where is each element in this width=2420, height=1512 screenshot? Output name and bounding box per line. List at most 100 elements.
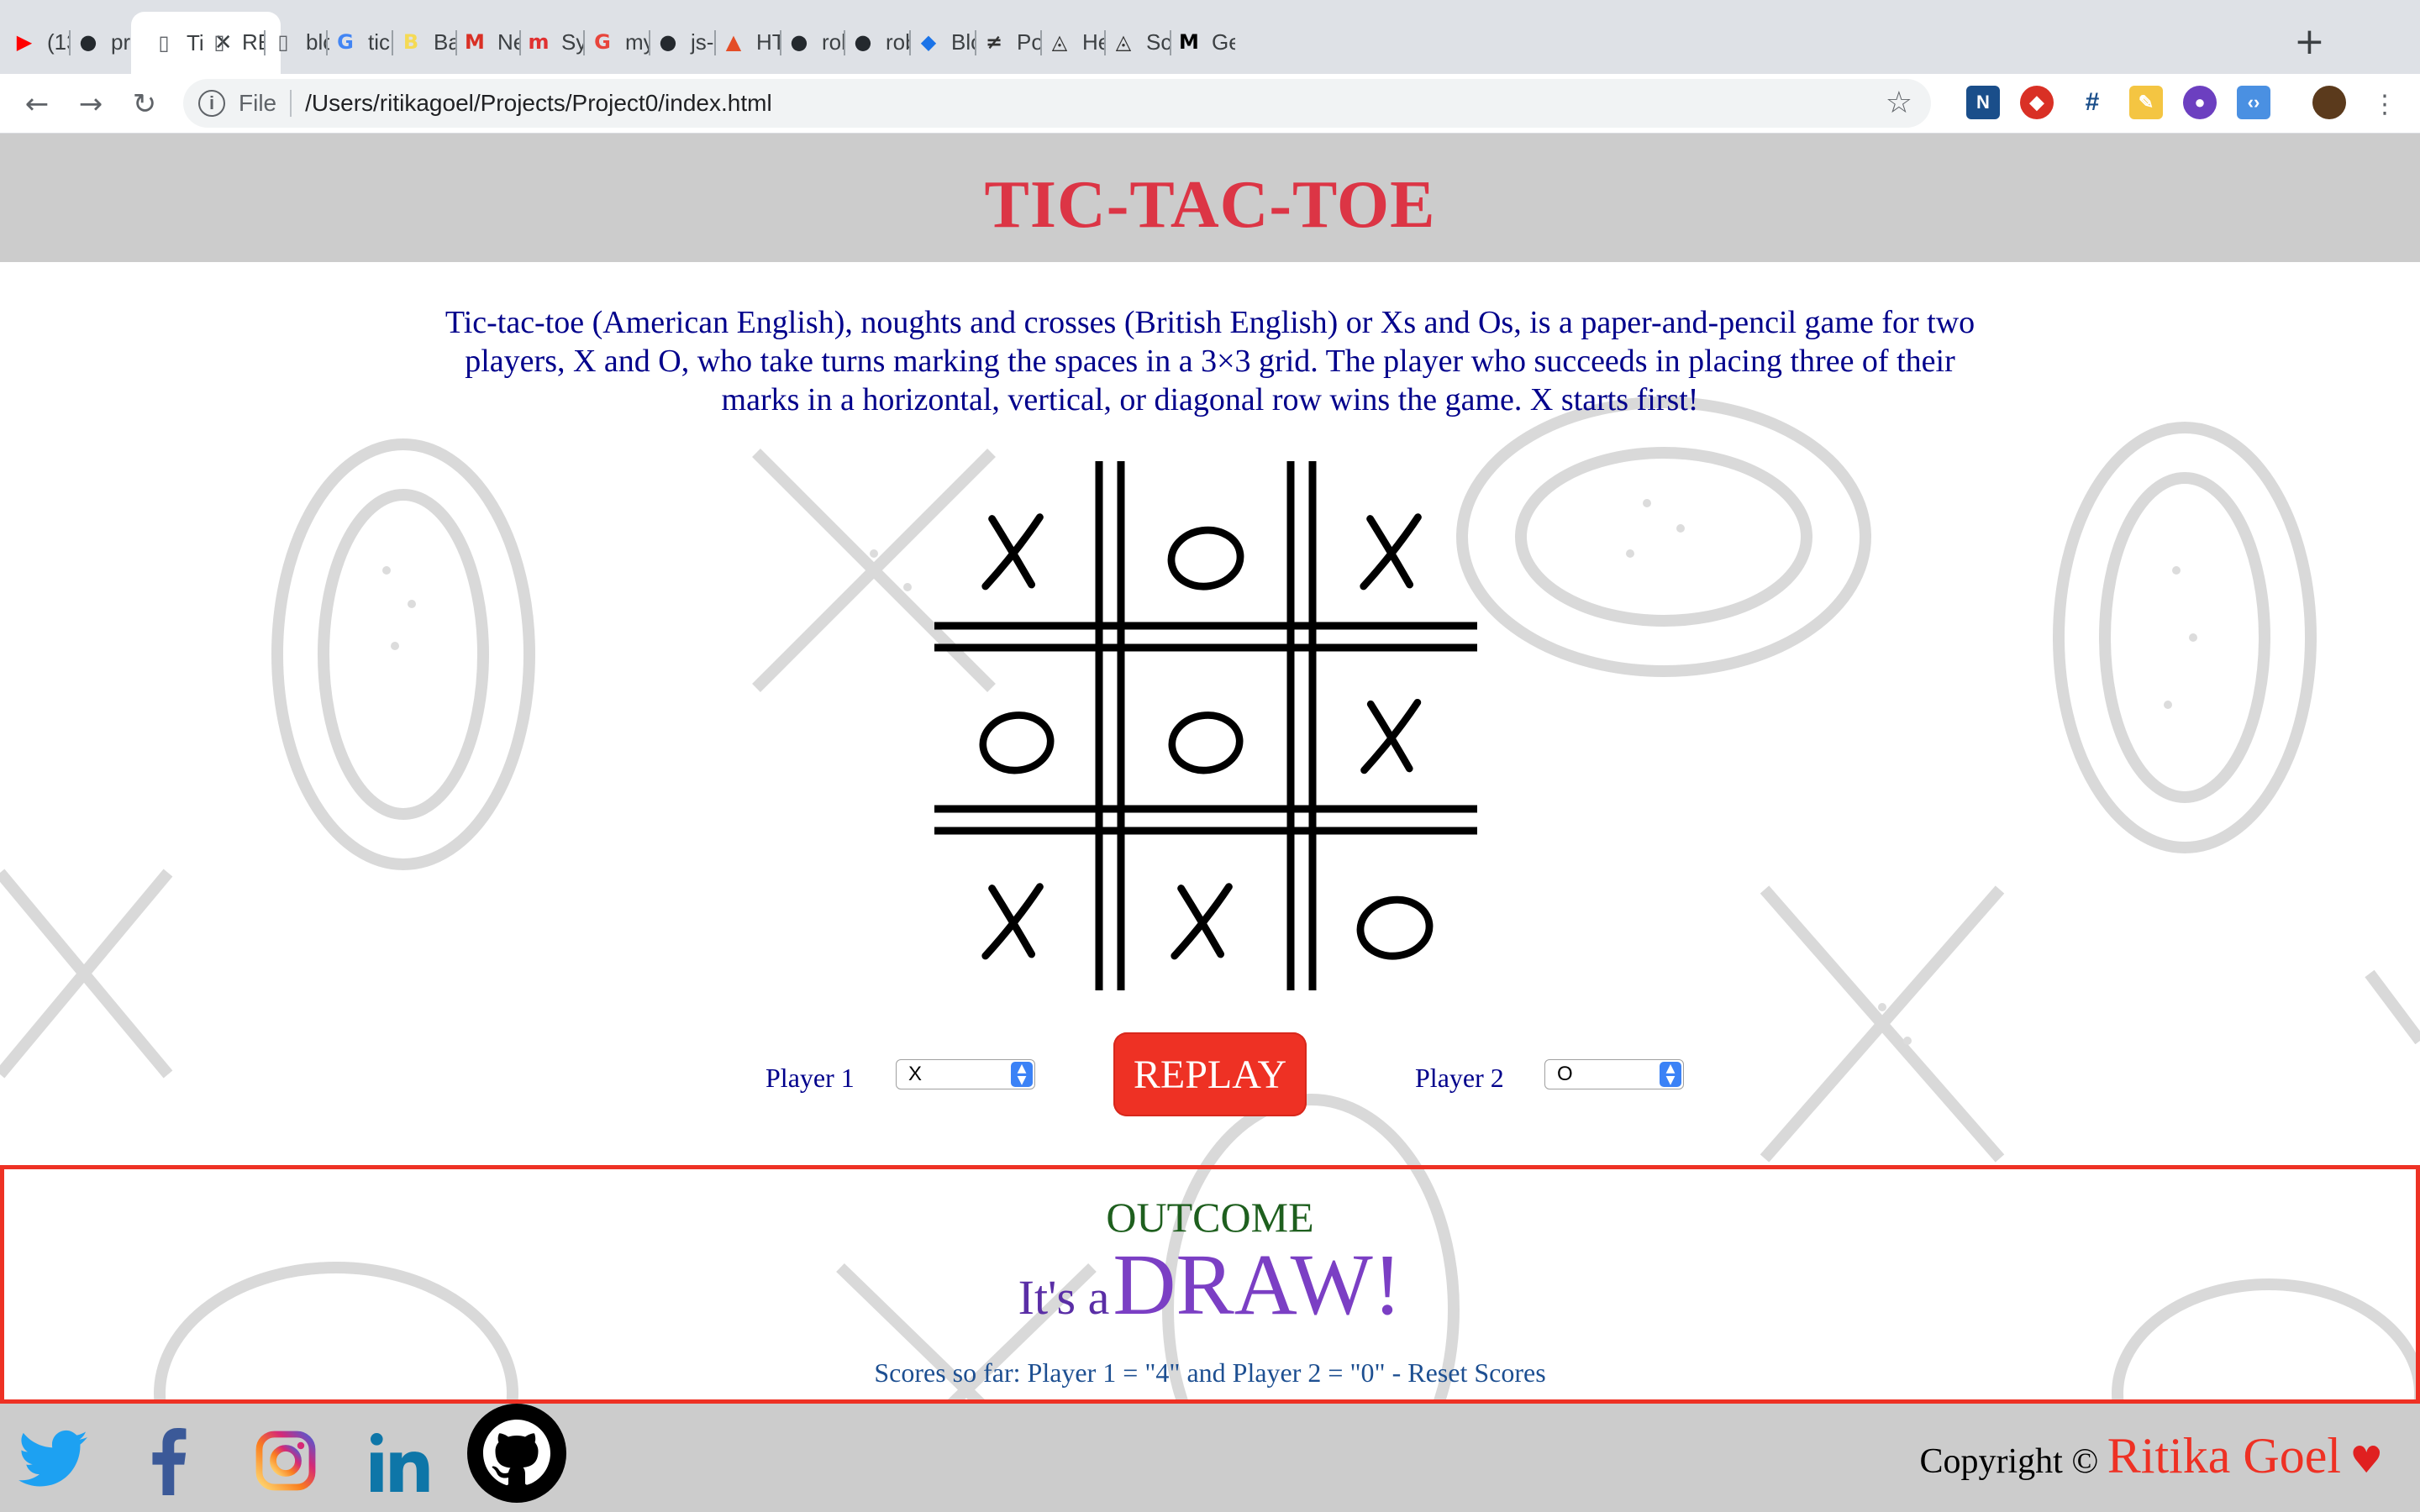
footer: Copyright © Ritika Goel ♥ — [0, 1404, 2420, 1512]
scores-line: Scores so far: Player 1 = "4" and Player… — [4, 1357, 2416, 1389]
blob-icon: ◆ — [920, 30, 937, 54]
browser-tab[interactable]: ▲ HTML — [721, 18, 780, 66]
popd-icon: ≠ — [985, 30, 1003, 54]
browser-tab[interactable]: ≠ PopD — [981, 18, 1040, 66]
board-cell[interactable]: X — [1313, 648, 1477, 809]
header-band: TIC-TAC-TOE — [0, 134, 2420, 262]
reset-scores-link[interactable]: Reset Scores — [1407, 1357, 1545, 1388]
github-icon: ● — [790, 30, 808, 54]
copyright-prefix: Copyright © — [1919, 1442, 2099, 1481]
replay-button[interactable]: REPLAY — [1113, 1032, 1307, 1116]
x-mark — [1360, 513, 1422, 591]
new-tab-button[interactable]: + — [2294, 24, 2325, 60]
player1-select[interactable]: X ▲ ▼ — [896, 1059, 1035, 1089]
browser-tab[interactable]: ◆ Blob — [916, 18, 975, 66]
browser-tab[interactable]: ▯blob: — [271, 18, 329, 66]
extension-grid-icon[interactable]: # — [2075, 86, 2109, 119]
board-cell[interactable]: X — [934, 831, 1099, 995]
browser-tab[interactable]: m SydC — [526, 18, 585, 66]
tab-label: READ — [242, 29, 266, 55]
bookmark-star-icon[interactable]: ☆ — [1886, 86, 1912, 120]
extension-pencil-icon[interactable]: ✎ — [2129, 86, 2163, 119]
copyright-name[interactable]: Ritika Goel — [2107, 1428, 2341, 1483]
o-mark — [1167, 526, 1244, 591]
board-cell[interactable]: O — [1121, 461, 1291, 626]
tab-separator — [780, 30, 781, 55]
m-icon: m — [528, 30, 550, 54]
tab-label: tic ta — [368, 29, 392, 55]
medium-icon: M — [1179, 30, 1199, 54]
forward-icon[interactable]: → — [72, 86, 109, 123]
browser-tab[interactable]: ▶ (13) J — [12, 18, 71, 66]
profile-avatar[interactable] — [2312, 86, 2346, 119]
instagram-icon[interactable] — [252, 1427, 319, 1494]
board-cell[interactable]: O — [1121, 648, 1291, 809]
game-board: XOXOOXXXO — [934, 461, 1477, 990]
tab-separator — [455, 30, 457, 55]
url-divider — [290, 90, 292, 117]
extension-shield-icon[interactable]: ◆ — [2020, 86, 2054, 119]
url-text[interactable]: /Users/ritikagoel/Projects/Project0/inde… — [305, 90, 772, 117]
tab-separator — [519, 30, 521, 55]
x-mark — [1171, 883, 1233, 960]
html-icon: ▲ — [725, 30, 742, 54]
github-icon[interactable] — [467, 1404, 566, 1503]
browser-tab[interactable]: ● js-co — [655, 18, 714, 66]
tab-label: Scrib — [1146, 29, 1170, 55]
linkedin-icon[interactable] — [366, 1429, 434, 1496]
tab-separator — [264, 30, 266, 55]
board-cell[interactable]: X — [934, 461, 1099, 626]
tab-label: Blob — [951, 29, 975, 55]
menu-kebab-icon[interactable]: ⋮ — [2366, 86, 2403, 123]
babel-icon: B — [402, 30, 419, 54]
tab-label: Heart — [1082, 29, 1106, 55]
page-viewport: TIC-TAC-TOE Tic-tac-toe (American Englis… — [0, 134, 2420, 1512]
player2-select[interactable]: O ▲ ▼ — [1544, 1059, 1684, 1089]
browser-tab[interactable]: ◬ Heart — [1047, 18, 1106, 66]
github-icon: ● — [854, 30, 872, 54]
youtube-icon: ▶ — [16, 30, 33, 54]
board-cell[interactable]: X — [1313, 461, 1477, 626]
player1-select-value: X — [908, 1063, 923, 1085]
browser-tab[interactable]: ● robny — [850, 18, 909, 66]
facebook-icon[interactable] — [143, 1425, 193, 1498]
tab-separator — [909, 30, 911, 55]
page-icon: ▯ — [158, 31, 170, 55]
info-icon[interactable]: i — [198, 90, 225, 117]
board-cell[interactable]: X — [1121, 831, 1291, 995]
browser-tab[interactable]: B Babel — [398, 18, 457, 66]
x-mark — [981, 883, 1044, 960]
browser-tab[interactable]: Gtic ta — [333, 18, 392, 66]
browser-tab[interactable]: ●proje — [76, 18, 134, 66]
browser-tab[interactable]: ◬ Scrib — [1111, 18, 1170, 66]
scrib-icon: ◬ — [1115, 30, 1132, 54]
tab-separator — [714, 30, 716, 55]
controls-row: Player 1 X ▲ ▼ REPLAY Player 2 O ▲ ▼ — [0, 1032, 2420, 1125]
x-mark — [981, 513, 1044, 591]
browser-tab[interactable]: ▯ READ — [207, 18, 266, 66]
browser-tab[interactable]: M Getti — [1176, 18, 1235, 66]
github-icon: ● — [79, 30, 97, 54]
tab-separator — [326, 30, 328, 55]
heart-icon: ♥ — [2349, 1439, 2383, 1482]
gmail-icon: M — [465, 30, 485, 54]
extension-globe-icon[interactable]: ● — [2183, 86, 2217, 119]
tab-label: myGA — [625, 29, 649, 55]
address-bar[interactable]: i File /Users/ritikagoel/Projects/Projec… — [183, 79, 1931, 128]
scores-text: Scores so far: Player 1 = "4" and Player… — [874, 1357, 1408, 1388]
browser-tab[interactable]: M New — [462, 18, 521, 66]
extension-n-icon[interactable]: N — [1966, 86, 2000, 119]
reload-icon[interactable]: ↻ — [126, 86, 163, 123]
tab-label: Ti — [187, 29, 204, 55]
o-mark — [979, 711, 1055, 774]
board-cell[interactable]: O — [1313, 831, 1477, 995]
twitter-icon[interactable] — [17, 1425, 89, 1493]
outcome-result-text: DRAW! — [1113, 1236, 1402, 1333]
extension-code-icon[interactable]: ‹› — [2237, 86, 2270, 119]
browser-tab[interactable]: GmyGA — [590, 18, 649, 66]
ga-icon: G — [594, 30, 611, 54]
board-cell[interactable]: O — [934, 648, 1099, 809]
browser-tab[interactable]: ● robny — [786, 18, 845, 66]
back-icon[interactable]: ← — [18, 86, 55, 123]
tab-separator — [844, 30, 845, 55]
